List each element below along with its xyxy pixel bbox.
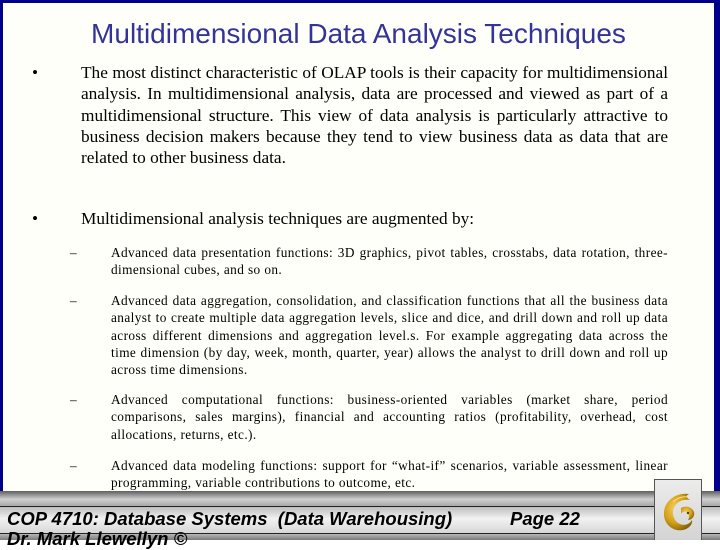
dash-marker: – [70,458,78,473]
bullet-text: Multidimensional analysis techniques are… [81,209,475,228]
bullet-text: The most distinct characteristic of OLAP… [81,63,668,168]
slide-content: Multidimensional Data Analysis Technique… [3,3,717,491]
dash-marker: – [70,245,78,260]
slide-footer: COP 4710: Database Systems (Data Warehou… [0,491,720,549]
bullet-marker: • [32,63,39,82]
sub-bullet-text: Advanced data presentation functions: 3D… [111,245,668,278]
bullet-marker: • [32,209,39,228]
dash-marker: – [70,293,78,308]
slide-frame: Multidimensional Data Analysis Technique… [0,0,720,540]
logo-box [654,479,702,540]
sub-bullet-text: Advanced data aggregation, consolidation… [111,293,668,378]
ucf-pegasus-logo-icon [663,493,695,531]
page-number: Page 22 [510,508,580,529]
course-label: COP 4710: Database Systems (Data Warehou… [7,508,453,529]
sub-bullet-text: Advanced computational functions: busine… [111,392,668,442]
author-label: Dr. Mark Llewellyn © [7,528,188,549]
sub-bullet-text: Advanced data modeling functions: suppor… [111,458,668,491]
dash-marker: – [70,392,78,407]
footer-stripe [0,491,720,507]
slide-title: Multidimensional Data Analysis Technique… [91,18,626,49]
